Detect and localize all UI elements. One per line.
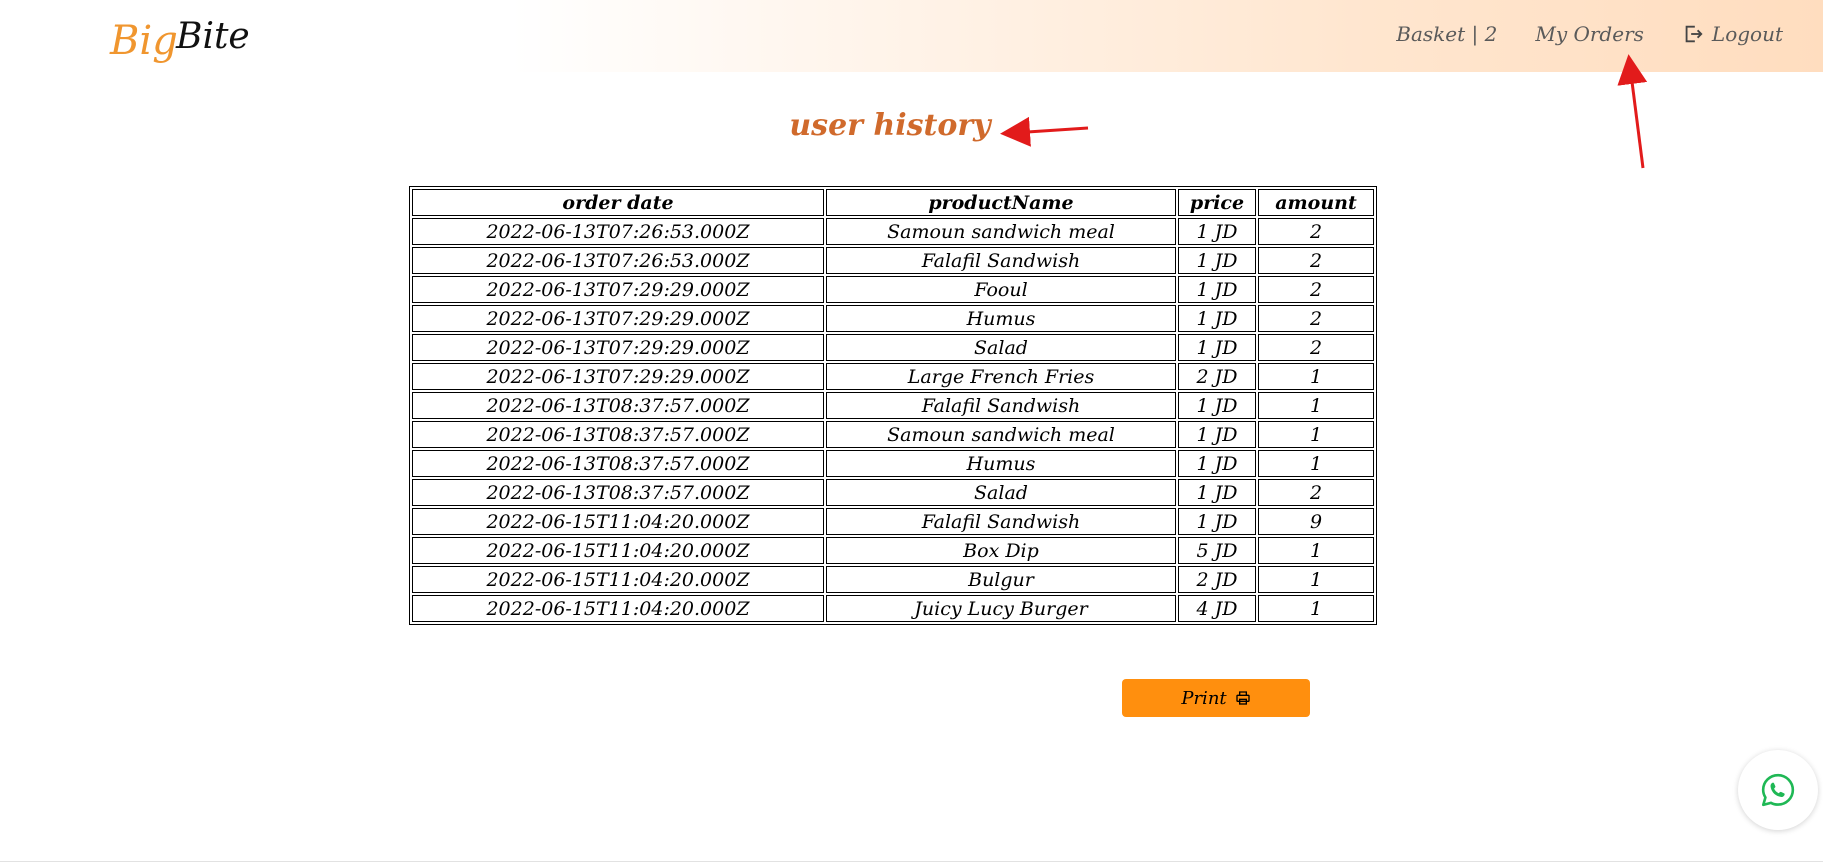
cell-amount: 2 xyxy=(1258,305,1374,332)
cell-price: 1 JD xyxy=(1178,508,1256,535)
cell-price: 1 JD xyxy=(1178,305,1256,332)
header-price: price xyxy=(1178,189,1256,216)
table-row: 2022-06-13T08:37:57.000Z Samoun sandwich … xyxy=(412,421,1374,448)
table-row: 2022-06-15T11:04:20.000Z Falafil Sandwish… xyxy=(412,508,1374,535)
cell-product-name: Salad xyxy=(826,479,1176,506)
cell-product-name: Bulgur xyxy=(826,566,1176,593)
whatsapp-chat-button[interactable] xyxy=(1738,750,1818,830)
cell-price: 5 JD xyxy=(1178,537,1256,564)
print-button-label: Print xyxy=(1181,687,1227,709)
cell-amount: 2 xyxy=(1258,247,1374,274)
cell-order-date: 2022-06-13T07:29:29.000Z xyxy=(412,363,824,390)
order-history-table: order date productName price amount 2022… xyxy=(409,186,1377,625)
cell-price: 1 JD xyxy=(1178,276,1256,303)
cell-product-name: Juicy Lucy Burger xyxy=(826,595,1176,622)
table-row: 2022-06-13T08:37:57.000Z Salad 1 JD 2 xyxy=(412,479,1374,506)
table-header-row: order date productName price amount xyxy=(412,189,1374,216)
cell-order-date: 2022-06-15T11:04:20.000Z xyxy=(412,566,824,593)
cell-amount: 9 xyxy=(1258,508,1374,535)
table-row: 2022-06-13T07:29:29.000Z Large French Fri… xyxy=(412,363,1374,390)
cell-product-name: Box Dip xyxy=(826,537,1176,564)
cell-amount: 1 xyxy=(1258,566,1374,593)
whatsapp-icon xyxy=(1761,773,1795,807)
cell-price: 1 JD xyxy=(1178,218,1256,245)
cell-price: 1 JD xyxy=(1178,392,1256,419)
header-order-date: order date xyxy=(412,189,824,216)
printer-icon xyxy=(1235,691,1250,705)
cell-order-date: 2022-06-13T07:26:53.000Z xyxy=(412,218,824,245)
cell-amount: 1 xyxy=(1258,392,1374,419)
cell-amount: 1 xyxy=(1258,450,1374,477)
cell-order-date: 2022-06-13T07:29:29.000Z xyxy=(412,334,824,361)
header-product-name: productName xyxy=(826,189,1176,216)
cell-product-name: Falafil Sandwish xyxy=(826,247,1176,274)
table-row: 2022-06-13T07:26:53.000Z Falafil Sandwish… xyxy=(412,247,1374,274)
nav-my-orders[interactable]: My Orders xyxy=(1535,22,1644,46)
nav-logout[interactable]: Logout xyxy=(1682,22,1783,46)
page-bottom-divider xyxy=(0,861,1823,862)
header-amount: amount xyxy=(1258,189,1374,216)
nav-my-orders-label: My Orders xyxy=(1535,22,1644,46)
header-bar: Big Bite Basket | 2 My Orders Logout xyxy=(0,0,1823,72)
table-row: 2022-06-13T07:26:53.000Z Samoun sandwich … xyxy=(412,218,1374,245)
page-title: user history xyxy=(789,108,991,143)
table-row: 2022-06-13T07:29:29.000Z Salad 1 JD 2 xyxy=(412,334,1374,361)
cell-product-name: Fooul xyxy=(826,276,1176,303)
cell-order-date: 2022-06-15T11:04:20.000Z xyxy=(412,537,824,564)
cell-order-date: 2022-06-15T11:04:20.000Z xyxy=(412,508,824,535)
cell-amount: 2 xyxy=(1258,218,1374,245)
cell-amount: 2 xyxy=(1258,334,1374,361)
cell-order-date: 2022-06-13T08:37:57.000Z xyxy=(412,479,824,506)
cell-product-name: Humus xyxy=(826,450,1176,477)
cell-order-date: 2022-06-13T08:37:57.000Z xyxy=(412,450,824,477)
table-row: 2022-06-13T08:37:57.000Z Humus 1 JD 1 xyxy=(412,450,1374,477)
cell-price: 2 JD xyxy=(1178,566,1256,593)
table-row: 2022-06-15T11:04:20.000Z Bulgur 2 JD 1 xyxy=(412,566,1374,593)
bigbite-logo[interactable]: Big Bite xyxy=(108,8,258,68)
cell-price: 1 JD xyxy=(1178,450,1256,477)
cell-price: 4 JD xyxy=(1178,595,1256,622)
nav-logout-label: Logout xyxy=(1711,22,1783,46)
cell-amount: 1 xyxy=(1258,421,1374,448)
cell-amount: 1 xyxy=(1258,537,1374,564)
cell-product-name: Falafil Sandwish xyxy=(826,392,1176,419)
table-row: 2022-06-13T08:37:57.000Z Falafil Sandwish… xyxy=(412,392,1374,419)
cell-amount: 2 xyxy=(1258,479,1374,506)
logout-icon xyxy=(1685,25,1703,43)
cell-product-name: Humus xyxy=(826,305,1176,332)
cell-price: 1 JD xyxy=(1178,334,1256,361)
cell-order-date: 2022-06-13T07:26:53.000Z xyxy=(412,247,824,274)
cell-order-date: 2022-06-13T07:29:29.000Z xyxy=(412,276,824,303)
print-button[interactable]: Print xyxy=(1122,679,1310,717)
nav-basket[interactable]: Basket | 2 xyxy=(1396,22,1497,46)
cell-order-date: 2022-06-15T11:04:20.000Z xyxy=(412,595,824,622)
table-row: 2022-06-13T07:29:29.000Z Humus 1 JD 2 xyxy=(412,305,1374,332)
cell-amount: 1 xyxy=(1258,595,1374,622)
cell-product-name: Falafil Sandwish xyxy=(826,508,1176,535)
cell-order-date: 2022-06-13T08:37:57.000Z xyxy=(412,392,824,419)
cell-order-date: 2022-06-13T07:29:29.000Z xyxy=(412,305,824,332)
top-nav: Basket | 2 My Orders Logout xyxy=(1396,22,1783,46)
cell-amount: 2 xyxy=(1258,276,1374,303)
logo-big-text: Big xyxy=(109,18,178,64)
cell-product-name: Samoun sandwich meal xyxy=(826,421,1176,448)
cell-product-name: Salad xyxy=(826,334,1176,361)
cell-amount: 1 xyxy=(1258,363,1374,390)
nav-basket-label: Basket | 2 xyxy=(1396,22,1498,46)
cell-price: 1 JD xyxy=(1178,479,1256,506)
table-row: 2022-06-13T07:29:29.000Z Fooul 1 JD 2 xyxy=(412,276,1374,303)
cell-price: 2 JD xyxy=(1178,363,1256,390)
cell-product-name: Samoun sandwich meal xyxy=(826,218,1176,245)
cell-product-name: Large French Fries xyxy=(826,363,1176,390)
table-row: 2022-06-15T11:04:20.000Z Juicy Lucy Burge… xyxy=(412,595,1374,622)
cell-order-date: 2022-06-13T08:37:57.000Z xyxy=(412,421,824,448)
logo-bite-text: Bite xyxy=(175,16,250,57)
table-row: 2022-06-15T11:04:20.000Z Box Dip 5 JD 1 xyxy=(412,537,1374,564)
cell-price: 1 JD xyxy=(1178,421,1256,448)
cell-price: 1 JD xyxy=(1178,247,1256,274)
